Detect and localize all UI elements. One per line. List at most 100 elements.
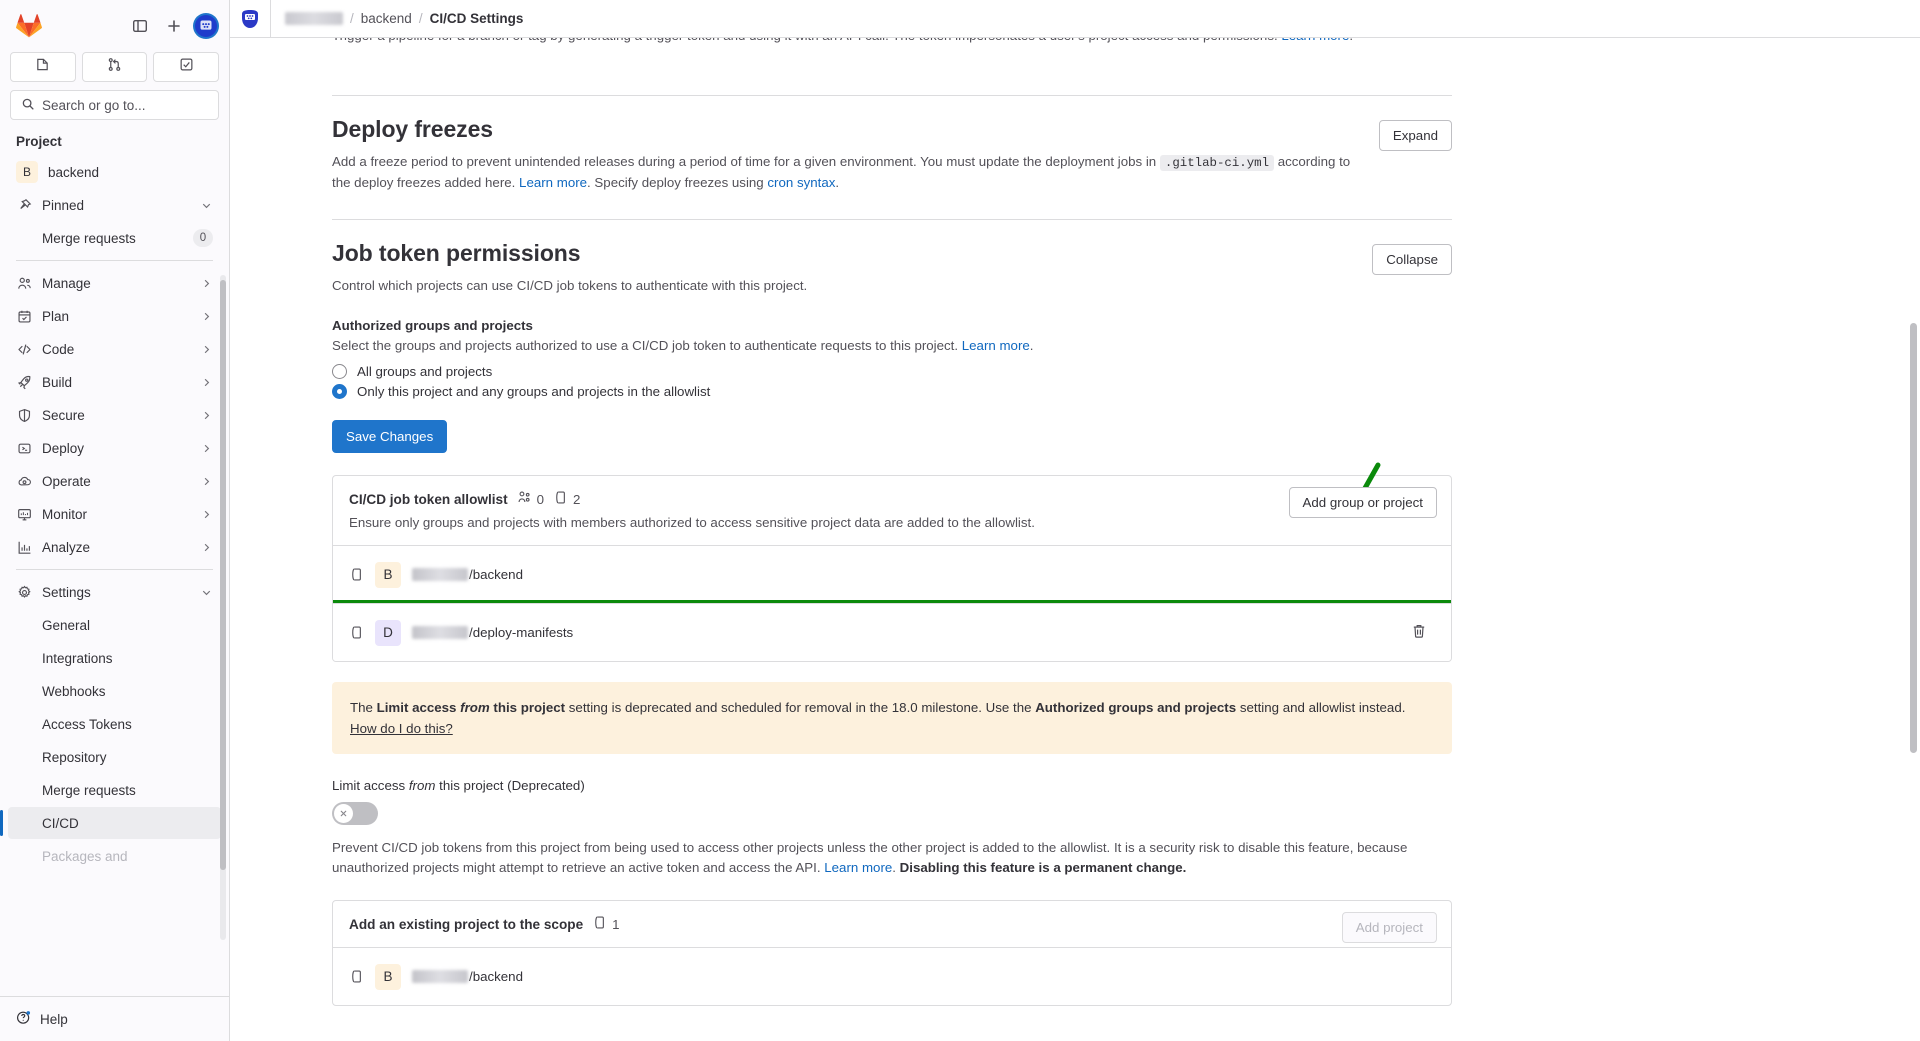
top-learn-more-link[interactable]: Learn more [1281,38,1349,43]
df-learn-more-link[interactable]: Learn more [519,175,587,190]
scope-title-row: Add an existing project to the scope 1 [349,915,1435,933]
deploy-icon [16,440,32,456]
breadcrumb-redacted-group[interactable] [285,12,343,25]
add-group-or-project-button[interactable]: Add group or project [1288,487,1437,518]
sidebar-item-analyze[interactable]: Analyze [8,531,221,563]
sidebar-item-merge-requests-settings[interactable]: Merge requests [8,774,221,806]
deploy-freezes-title: Deploy freezes [332,116,493,142]
how-do-i-do-this-link[interactable]: How do I do this? [350,721,453,736]
project-icon [349,969,364,984]
gitlab-logo-icon [16,13,42,39]
users-icon [16,275,32,291]
limit-access-toggle[interactable] [332,802,378,825]
alert-p3: setting and allowlist instead. [1236,700,1406,715]
breadcrumb-separator: / [350,11,354,26]
redacted-namespace [412,568,468,581]
sidebar-item-build[interactable]: Build [8,366,221,398]
radio-only-this-project[interactable]: Only this project and any groups and pro… [332,384,1452,399]
limit-learn-more-link[interactable]: Learn more [824,860,892,875]
limit-access-label: Limit access from this project (Deprecat… [332,778,1452,793]
toggle-sidebar-button[interactable] [125,11,155,41]
groups-icon [517,490,532,508]
sidebar-item-packages[interactable]: Packages and [8,840,221,872]
delete-row-button[interactable] [1403,617,1435,649]
breadcrumb-item-backend[interactable]: backend [361,11,412,26]
sidebar-item-webhooks[interactable]: Webhooks [8,675,221,707]
save-changes-button[interactable]: Save Changes [332,420,448,453]
cicd-job-token-allowlist-card: CI/CD job token allowlist 0 2 Ensure onl… [332,475,1452,662]
sidebar-item-cicd[interactable]: CI/CD [0,807,221,839]
job-token-permissions-section: Job token permissions Control which proj… [332,220,1452,296]
sidebar-item-code[interactable]: Code [8,333,221,365]
sidebar-item-access-tokens[interactable]: Access Tokens [8,708,221,740]
issues-tab[interactable] [10,52,76,82]
job-token-description: Control which projects can use CI/CD job… [332,278,808,293]
radio-all-groups-and-projects[interactable]: All groups and projects [332,364,1452,379]
sidebar-item-label: Merge requests [42,782,136,798]
content-inner: Trigger a pipeline for a branch or tag b… [230,38,1920,1006]
sidebar-item-label: Deploy [42,440,85,456]
authorized-groups-description: Select the groups and projects authorize… [332,336,1452,356]
table-row[interactable]: B /backend [333,545,1451,603]
sidebar-item-pinned[interactable]: Pinned [8,189,221,221]
sidebar-item-label: Webhooks [42,683,106,699]
project-icon [349,567,364,582]
sidebar-item-merge-requests-pinned[interactable]: Merge requests 0 [8,222,221,254]
cron-syntax-link[interactable]: cron syntax [767,175,835,190]
sidebar-item-label: Manage [42,275,91,291]
org-logo-icon[interactable] [230,7,270,31]
breadcrumb-item-current: CI/CD Settings [429,11,524,26]
sidebar-footer: Help [0,996,229,1041]
content-scrollbar-thumb[interactable] [1910,323,1917,753]
scope-card-header: Add an existing project to the scope 1 A… [333,901,1451,947]
sidebar-item-label: Monitor [42,506,88,522]
sidebar-item-manage[interactable]: Manage [8,267,221,299]
row-project-name: /deploy-manifests [412,625,573,640]
table-row[interactable]: B /backend [333,947,1451,1005]
help-button[interactable]: Help [8,1003,221,1035]
create-new-button[interactable] [159,11,189,41]
app-root: Search or go to... Project B backend Pin… [0,0,1920,1041]
expand-deploy-freezes-button[interactable]: Expand [1378,120,1452,151]
radio-label: Only this project and any groups and pro… [357,384,711,399]
user-avatar[interactable] [193,13,219,39]
sidebar-item-project[interactable]: B backend [8,156,221,188]
sidebar-item-label: Secure [42,407,85,423]
sidebar-scrollbar-thumb[interactable] [220,280,226,870]
collapse-job-token-button[interactable]: Collapse [1372,244,1452,275]
trash-icon [1411,623,1427,642]
auth-learn-more-link[interactable]: Learn more [962,338,1030,353]
sidebar-item-plan[interactable]: Plan [8,300,221,332]
table-row-highlighted[interactable]: D /deploy-manifests [333,600,1451,661]
limit-access-description: Prevent CI/CD job tokens from this proje… [332,838,1452,878]
row-project-name: /backend [412,567,523,582]
todos-tab[interactable] [153,52,220,82]
search-input[interactable]: Search or go to... [10,90,219,120]
gear-icon [16,584,32,600]
sidebar-top: Search or go to... [0,0,229,120]
merge-requests-tab[interactable] [81,52,148,82]
help-label: Help [40,1011,68,1027]
chevron-right-icon [200,310,213,323]
sidebar-item-repository[interactable]: Repository [8,741,221,773]
sidebar-section-title: Project [16,134,62,149]
sidebar-header-row [10,6,219,46]
sidebar-item-general[interactable]: General [8,609,221,641]
add-project-button[interactable]: Add project [1341,912,1437,943]
sidebar-item-secure[interactable]: Secure [8,399,221,431]
sidebar-item-settings[interactable]: Settings [8,576,221,608]
sidebar-item-operate[interactable]: Operate [8,465,221,497]
deploy-freezes-section: Deploy freezes Add a freeze period to pr… [332,96,1452,193]
row-avatar: B [375,561,401,588]
project-icon [592,915,607,933]
scope-count-group: 1 [592,915,620,933]
sidebar-item-integrations[interactable]: Integrations [8,642,221,674]
rocket-icon [16,374,32,390]
sidebar-item-monitor[interactable]: Monitor [8,498,221,530]
alert-i1: from [460,700,490,715]
sidebar-item-label: Access Tokens [42,716,132,732]
sidebar-item-deploy[interactable]: Deploy [8,432,221,464]
sidebar-item-label: Pinned [42,197,85,213]
sidebar-item-label: General [42,617,91,633]
allowlist-title-row: CI/CD job token allowlist 0 2 [349,490,1435,508]
